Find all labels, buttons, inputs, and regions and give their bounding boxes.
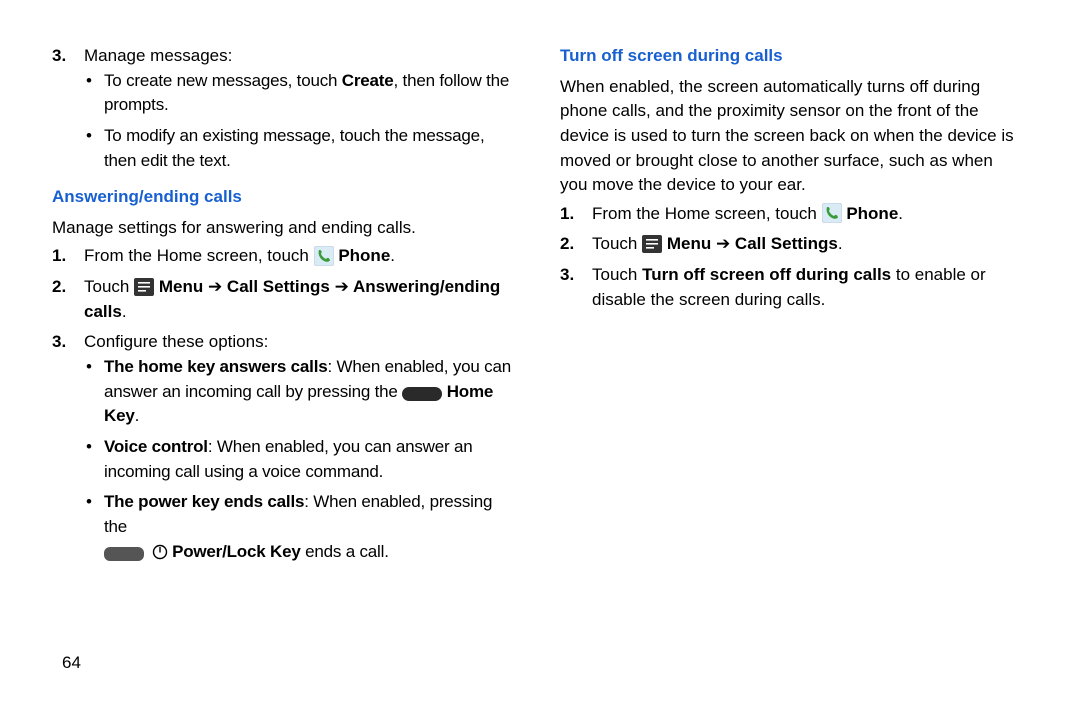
arrow: ➔ [335, 277, 349, 296]
option-homekey: The home key answers calls: When enabled… [100, 355, 512, 429]
text: Touch [592, 265, 642, 284]
dot: . [135, 406, 140, 425]
heading-answering-ending: Answering/ending calls [52, 185, 512, 210]
step-number: 2. [560, 232, 574, 257]
step-1: 1. From the Home screen, touch Phone. [76, 244, 512, 269]
phone-icon [314, 246, 334, 266]
power-lock-key-icon [104, 544, 144, 558]
two-column-layout: 3. Manage messages: To create new messag… [52, 44, 1028, 570]
dot: . [390, 246, 395, 265]
right-column: Turn off screen during calls When enable… [560, 44, 1020, 570]
dot: . [898, 204, 903, 223]
text: Configure these options: [84, 332, 268, 351]
bold: Voice control [104, 437, 208, 456]
steps-turn-off: 1. From the Home screen, touch Phone. 2.… [560, 202, 1020, 313]
configure-options: The home key answers calls: When enabled… [84, 355, 512, 564]
phone-icon [822, 203, 842, 223]
option-powerkey: The power key ends calls: When enabled, … [100, 490, 512, 564]
step-1: 1. From the Home screen, touch Phone. [584, 202, 1020, 227]
text: Touch [84, 277, 134, 296]
bullet-create: To create new messages, touch Create, th… [100, 69, 512, 118]
menu-label: Menu [667, 234, 716, 253]
step-number: 1. [560, 202, 574, 227]
text: From the Home screen, touch [84, 246, 314, 265]
bold: Turn off screen off during calls [642, 265, 891, 284]
dot: . [838, 234, 843, 253]
call-settings-label: Call Settings [222, 277, 334, 296]
heading-turn-off-screen: Turn off screen during calls [560, 44, 1020, 69]
home-key-icon [402, 384, 442, 398]
step-text: Manage messages: [84, 46, 232, 65]
left-column: 3. Manage messages: To create new messag… [52, 44, 512, 570]
step-3: 3. Manage messages: To create new messag… [76, 44, 512, 173]
intro-answering: Manage settings for answering and ending… [52, 216, 512, 241]
step-number: 1. [52, 244, 66, 269]
text: To modify an existing message, touch the… [104, 126, 484, 170]
step-2: 2. Touch Menu ➔ Call Settings ➔ Answerin… [76, 275, 512, 324]
menu-label: Menu [159, 277, 208, 296]
phone-label: Phone [846, 204, 898, 223]
bold: Create [342, 71, 394, 90]
step-3: 3. Touch Turn off screen off during call… [584, 263, 1020, 312]
text: From the Home screen, touch [592, 204, 822, 223]
arrow: ➔ [716, 234, 730, 253]
dot: . [122, 302, 127, 321]
page-number: 64 [62, 651, 81, 676]
text: ends a call. [301, 542, 389, 561]
bold: The power key ends calls [104, 492, 304, 511]
step-2: 2. Touch Menu ➔ Call Settings. [584, 232, 1020, 257]
menu-icon [134, 278, 154, 296]
power-symbol-icon [152, 543, 168, 559]
step-number: 2. [52, 275, 66, 300]
menu-icon [642, 235, 662, 253]
text: To create new messages, touch [104, 71, 342, 90]
step-number: 3. [52, 44, 66, 69]
bold: The home key answers calls [104, 357, 327, 376]
manage-messages-step: 3. Manage messages: To create new messag… [52, 44, 512, 173]
text: Touch [592, 234, 642, 253]
intro-turn-off: When enabled, the screen automatically t… [560, 75, 1020, 198]
step-number: 3. [560, 263, 574, 288]
bullet-modify: To modify an existing message, touch the… [100, 124, 512, 173]
step-3: 3. Configure these options: The home key… [76, 330, 512, 564]
call-settings-label: Call Settings [730, 234, 838, 253]
step-number: 3. [52, 330, 66, 355]
phone-label: Phone [338, 246, 390, 265]
arrow: ➔ [208, 277, 222, 296]
powerkey-label: Power/Lock Key [172, 542, 301, 561]
manage-messages-bullets: To create new messages, touch Create, th… [84, 69, 512, 174]
steps-answering: 1. From the Home screen, touch Phone. 2.… [52, 244, 512, 564]
option-voice: Voice control: When enabled, you can ans… [100, 435, 512, 484]
